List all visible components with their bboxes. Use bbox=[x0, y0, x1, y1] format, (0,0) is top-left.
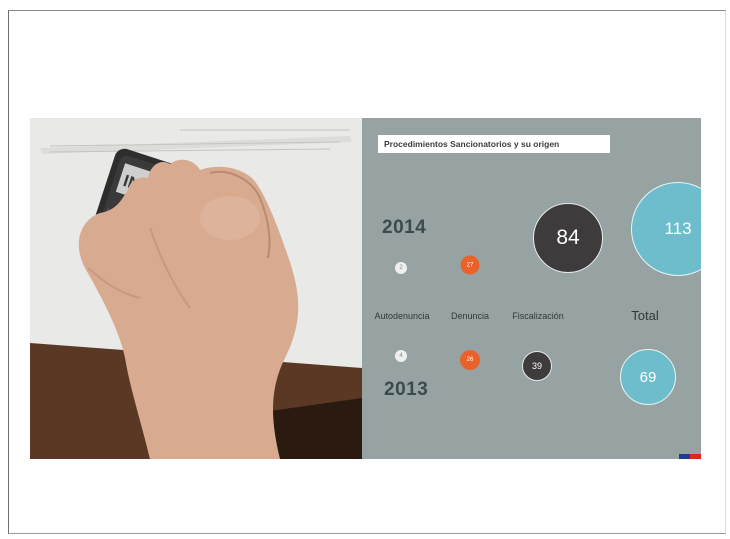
flag-red-segment bbox=[690, 454, 701, 459]
bubble-2014-denuncia: 27 bbox=[460, 255, 480, 275]
category-label-fiscalizacion: Fiscalización bbox=[512, 311, 564, 321]
bubble-2013-fiscalizacion: 39 bbox=[522, 351, 552, 381]
bubble-2014-fiscalizacion: 84 bbox=[533, 203, 603, 273]
chile-flag-stripe bbox=[679, 454, 701, 459]
category-label-autodenuncia: Autodenuncia bbox=[374, 311, 430, 321]
bubble-2014-total: 113 bbox=[631, 182, 701, 276]
bubble-2013-total: 69 bbox=[620, 349, 676, 405]
bubble-2014-autodenuncia: 2 bbox=[395, 262, 407, 274]
category-label-denuncia: Denuncia bbox=[450, 311, 490, 321]
bubble-2013-autodenuncia: 4 bbox=[395, 350, 407, 362]
flag-blue-segment bbox=[679, 454, 690, 459]
category-label-total: Total bbox=[631, 308, 659, 323]
presentation-slide: INSTRUC Procedimientos Sancionatorios y … bbox=[30, 118, 701, 459]
stamp-photo: INSTRUC bbox=[30, 118, 362, 459]
statistics-panel: Procedimientos Sancionatorios y su orige… bbox=[362, 118, 701, 459]
hand-stamping-document-image: INSTRUC bbox=[30, 118, 362, 459]
panel-title: Procedimientos Sancionatorios y su orige… bbox=[378, 135, 610, 153]
year-label-2014: 2014 bbox=[382, 217, 427, 238]
bubble-2013-denuncia: 26 bbox=[460, 350, 480, 370]
year-label-2013: 2013 bbox=[384, 379, 429, 400]
